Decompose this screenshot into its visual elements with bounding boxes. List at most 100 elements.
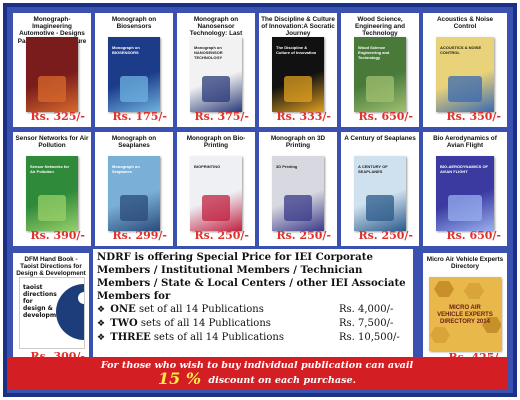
cover-text: A CENTURY OF SEAPLANES [358, 164, 388, 174]
book-card[interactable]: A Century of Seaplanes A CENTURY OF SEAPL… [341, 132, 419, 246]
diamond-bullet-icon: ❖ [97, 333, 106, 343]
cover-art [120, 76, 148, 102]
book-card[interactable]: The Discipline & Culture of Innovation:A… [259, 13, 337, 127]
book-cover: Monograph on BIOSENSORS [108, 37, 160, 112]
cover-text: taoist directions for design & developme… [23, 284, 68, 319]
book-card[interactable]: Monograph on 3D Printing 3D Printing Rs. 2… [259, 132, 337, 246]
book-card-dfm-handbook[interactable]: DFM Hand Book - Taoist Directions for De… [13, 253, 89, 367]
cover-art [448, 76, 482, 102]
book-cover-dfm: taoist directions for design & developme… [19, 277, 85, 349]
offer-text: sets of all 14 Publications [153, 332, 284, 343]
offer-row-one: ❖ ONE set of all 14 Publications Rs. 4,0… [97, 303, 409, 317]
offer-qty: ONE [110, 304, 136, 315]
book-card[interactable]: Monograph-Imagineering Automotive - Desi… [13, 13, 91, 127]
offer-row-three: ❖ THREE sets of all 14 Publications Rs. … [97, 331, 409, 345]
cover-art [284, 76, 312, 102]
book-cover [26, 37, 78, 112]
book-price: Rs. 250/- [194, 229, 249, 242]
book-price: Rs. 350/- [446, 110, 501, 123]
book-card[interactable]: Wood Science, Engineering and Technology… [341, 13, 419, 127]
book-price: Rs. 333/- [276, 110, 331, 123]
book-title: DFM Hand Book - Taoist Directions for De… [16, 256, 86, 278]
book-price: Rs. 250/- [358, 229, 413, 242]
book-title: The Discipline & Culture of Innovation:A… [261, 16, 335, 38]
cover-art [366, 76, 394, 102]
book-cover: Monograph on Seaplanes [108, 156, 160, 231]
book-price: Rs. 250/- [276, 229, 331, 242]
yin-yang-icon [56, 284, 84, 340]
book-price: Rs. 175/- [112, 110, 167, 123]
book-title: Micro Air Vehicle Experts Directory [426, 256, 504, 271]
book-cover: The Discipline & Culture of Innovation [272, 37, 324, 112]
book-title: Wood Science, Engineering and Technology [354, 16, 406, 38]
cover-art [38, 76, 66, 102]
book-price: Rs. 390/- [30, 229, 85, 242]
cover-art [38, 195, 66, 221]
banner-line2-text: discount on each purchase. [208, 375, 356, 386]
diamond-bullet-icon: ❖ [97, 305, 106, 315]
book-card[interactable]: Monograph on Bio-Printing BIOPRINTING Rs. … [177, 132, 255, 246]
cover-text: Monograph on BIOSENSORS [112, 45, 140, 55]
cover-art [202, 76, 230, 102]
banner-line2: 15 % discount on each purchase. [7, 371, 507, 389]
offer-text: set of all 14 Publications [138, 304, 264, 315]
book-card[interactable]: Monograph on Nanosensor Technology: Last… [177, 13, 255, 127]
special-offer-box: NDRF is offering Special Price for IEI C… [93, 249, 413, 357]
book-title: Monograph on Bio-Printing [186, 135, 246, 150]
book-cover: Monograph on NANOSENSOR TECHNOLOGY [190, 37, 242, 112]
cover-text: Sensor Networks for Air Pollution [30, 164, 70, 174]
cover-text: BIO-AERODYNAMICS OF AVIAN FLIGHT [440, 164, 488, 174]
book-price: Rs. 325/- [30, 110, 85, 123]
book-title: A Century of Seaplanes [344, 135, 416, 142]
book-card[interactable]: Sensor Networks for Air Pollution Sensor … [13, 132, 91, 246]
offer-amount: Rs. 7,500/- [339, 318, 394, 329]
cover-art [448, 195, 482, 221]
book-price: Rs. 650/- [446, 229, 501, 242]
cover-text: BIOPRINTING [194, 164, 221, 169]
book-title: Acoustics & Noise Control [436, 16, 494, 31]
book-cover-mav: MICRO AIR VEHICLE EXPERTS DIRECTORY 2014 [429, 277, 501, 351]
book-cover: A CENTURY OF SEAPLANES [354, 156, 406, 231]
offer-amount: Rs. 4,000/- [339, 304, 394, 315]
book-title: Monograph on Biosensors [111, 16, 157, 31]
cover-text: MICRO AIR VEHICLE EXPERTS DIRECTORY 2014 [437, 305, 493, 325]
cover-text: 3D Printing [276, 164, 298, 169]
cover-text: Monograph on NANOSENSOR TECHNOLOGY [194, 45, 223, 60]
book-cover: BIO-AERODYNAMICS OF AVIAN FLIGHT [436, 156, 494, 231]
offer-text: sets of all 14 Publications [140, 318, 271, 329]
cover-text: The Discipline & Culture of Innovation [276, 45, 317, 55]
banner-line1: For those who wish to buy individual pub… [100, 360, 414, 371]
diamond-bullet-icon: ❖ [97, 319, 106, 329]
cover-text: ACOUSTICS & NOISE CONTROL [440, 45, 482, 55]
offer-amount: Rs. 10,500/- [339, 332, 400, 343]
discount-banner: For those who wish to buy individual pub… [7, 357, 507, 390]
book-title: Bio Aerodynamics of Avian Flight [433, 135, 497, 150]
book-cover: ACOUSTICS & NOISE CONTROL [436, 37, 494, 112]
book-card[interactable]: Bio Aerodynamics of Avian Flight BIO-AERO… [423, 132, 507, 246]
book-price: Rs. 650/- [358, 110, 413, 123]
cover-text: Monograph on Seaplanes [112, 164, 140, 174]
book-card[interactable]: Monograph on Seaplanes Monograph on Seapl… [95, 132, 173, 246]
book-cover: 3D Printing [272, 156, 324, 231]
book-cover: Sensor Networks for Air Pollution [26, 156, 78, 231]
cover-art [284, 195, 312, 221]
book-title: Monograph on 3D Printing [270, 135, 326, 150]
book-cover: BIOPRINTING [190, 156, 242, 231]
discount-percent: 15 % [158, 369, 202, 388]
offer-qty: THREE [110, 332, 151, 343]
cover-text: Wood Science Engineering and Technology [358, 45, 390, 60]
book-card[interactable]: Monograph on Biosensors Monograph on BIOS… [95, 13, 173, 127]
offer-qty: TWO [110, 318, 138, 329]
offer-headline: NDRF is offering Special Price for IEI C… [97, 251, 406, 302]
offer-row-two: ❖ TWO sets of all 14 Publications Rs. 7,… [97, 317, 409, 331]
book-card-mav-directory[interactable]: Micro Air Vehicle Experts Directory MICR… [423, 253, 507, 367]
book-price: Rs. 375/- [194, 110, 249, 123]
book-cover: Wood Science Engineering and Technology [354, 37, 406, 112]
cover-art [366, 195, 394, 221]
book-title: Monograph on Seaplanes [111, 135, 157, 150]
book-title: Sensor Networks for Air Pollution [15, 135, 89, 150]
cover-art [120, 195, 148, 221]
book-card[interactable]: Acoustics & Noise Control ACOUSTICS & NOI… [423, 13, 507, 127]
cover-art [202, 195, 230, 221]
book-price: Rs. 299/- [112, 229, 167, 242]
